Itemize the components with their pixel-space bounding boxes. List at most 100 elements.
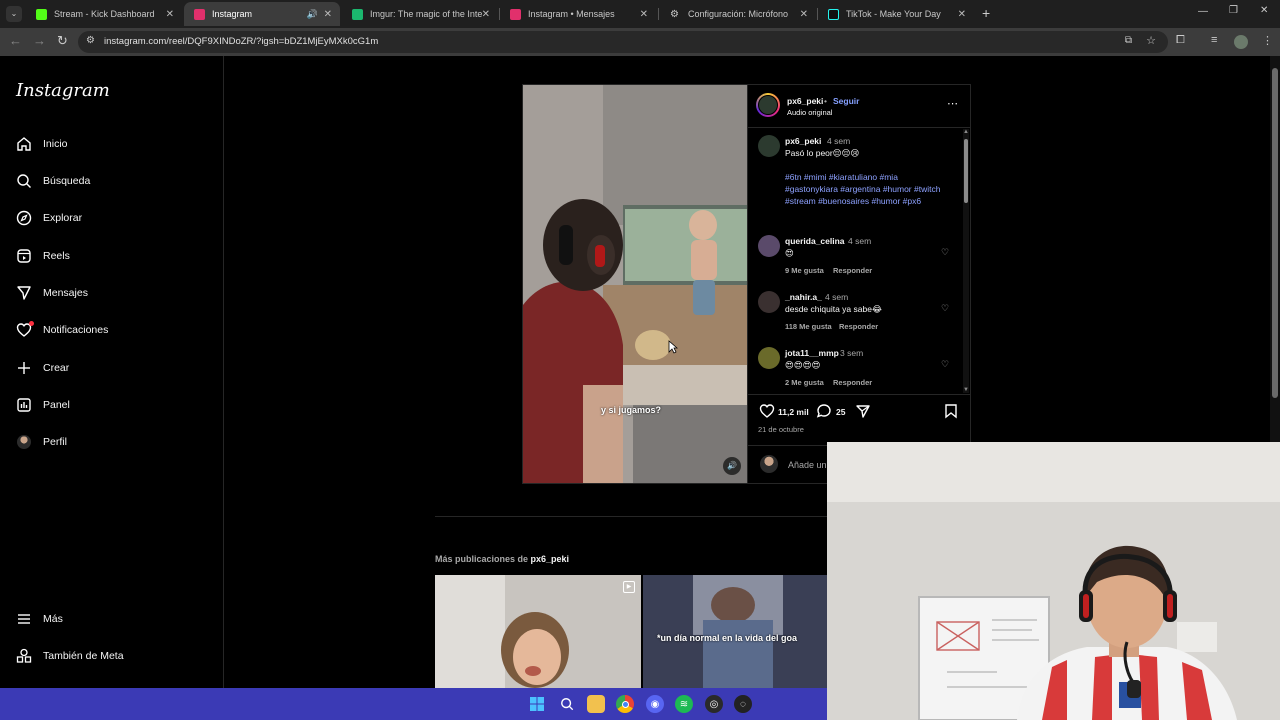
mute-toggle-icon[interactable]: 🔊	[723, 457, 741, 475]
menu-kebab-icon[interactable]: ⋮	[1262, 34, 1273, 47]
back-icon[interactable]: ←	[9, 33, 22, 48]
follow-separator: •	[824, 96, 827, 106]
post-author-avatar[interactable]	[756, 93, 780, 117]
close-icon[interactable]: ✕	[958, 9, 966, 20]
tiktok-icon	[828, 8, 839, 20]
like-heart-icon[interactable]	[759, 403, 775, 424]
comment-likes[interactable]: 9 Me gusta	[785, 266, 824, 275]
reel-video-player[interactable]: y si jugamos? 🔊	[522, 84, 748, 484]
audio-label[interactable]: Audio original	[787, 108, 832, 117]
sidebar-item-perfil[interactable]: Perfil	[16, 430, 67, 454]
comment-avatar[interactable]	[758, 291, 780, 313]
comments-count[interactable]: 25	[836, 407, 845, 417]
imgur-icon	[352, 8, 363, 20]
tab-imgur[interactable]: Imgur: The magic of the Interne ✕	[342, 2, 498, 26]
profile-avatar-icon[interactable]	[1234, 35, 1248, 49]
spotify-icon[interactable]: ≋	[675, 695, 693, 713]
sidebar-item-label: Reels	[43, 250, 70, 262]
discord-icon[interactable]: ◉	[646, 695, 664, 713]
save-bookmark-icon[interactable]	[944, 403, 958, 424]
more-posts-heading: Más publicaciones de px6_peki	[435, 554, 569, 564]
sidebar-item-notificaciones[interactable]: Notificaciones	[16, 318, 108, 342]
comment-avatar[interactable]	[758, 235, 780, 257]
messenger-icon	[16, 285, 32, 301]
more-options-icon[interactable]: ⋯	[947, 97, 958, 110]
sidebar-item-mensajes[interactable]: Mensajes	[16, 281, 88, 305]
comment-reply-button[interactable]: Responder	[839, 322, 878, 331]
sidebar-item-meta[interactable]: También de Meta	[16, 644, 124, 668]
sidebar-item-label: Crear	[43, 362, 70, 374]
more-post-thumbnail[interactable]: ▶	[435, 575, 641, 688]
tab-instagram-messages[interactable]: Instagram • Mensajes ✕	[500, 2, 656, 26]
minimize-button[interactable]: —	[1198, 6, 1208, 17]
tab-search-dropdown[interactable]: ⌄	[6, 6, 22, 22]
address-bar[interactable]: ⚙ instagram.com/reel/DQF9XINDoZR/?igsh=b…	[78, 31, 1168, 53]
likes-count[interactable]: 11,2 mil	[778, 407, 809, 417]
sidebar-item-reels[interactable]: Reels	[16, 244, 70, 268]
app-icon[interactable]: ◌	[734, 695, 752, 713]
chrome-icon[interactable]	[616, 695, 634, 713]
sidebar-item-crear[interactable]: Crear	[16, 356, 69, 380]
reload-icon[interactable]: ↻	[57, 33, 68, 49]
tab-title: Imgur: The magic of the Interne	[370, 9, 482, 19]
caption-author-avatar[interactable]	[758, 135, 780, 157]
sidebar-item-mas[interactable]: Más	[16, 607, 63, 631]
close-icon[interactable]: ✕	[324, 9, 332, 20]
comment-avatar[interactable]	[758, 347, 780, 369]
caption-hashtags[interactable]: #6tn #mimi #kiaratuliano #mia #gastonyki…	[785, 171, 953, 207]
sidebar-item-label: Explorar	[43, 212, 83, 224]
add-comment-input[interactable]: Añade un	[788, 460, 827, 470]
sidebar-item-label: Búsqueda	[43, 175, 91, 187]
comment-time: 3 sem	[840, 348, 864, 358]
install-app-icon[interactable]: ⧉	[1125, 35, 1132, 46]
windows-start-icon[interactable]	[528, 695, 546, 713]
comment-reply-button[interactable]: Responder	[833, 266, 872, 275]
forward-icon[interactable]: →	[33, 33, 46, 48]
tab-tiktok[interactable]: TikTok - Make Your Day ✕	[818, 2, 974, 26]
media-control-icon[interactable]: ≡	[1211, 34, 1217, 46]
tab-instagram[interactable]: Instagram 🔊 ✕	[184, 2, 340, 26]
post-author-username[interactable]: px6_peki	[787, 96, 823, 106]
comment-bubble-icon[interactable]	[816, 403, 832, 424]
close-icon[interactable]: ✕	[640, 9, 648, 20]
comment-like-heart-icon[interactable]: ♡	[941, 359, 949, 370]
comment-username[interactable]: querida_celina	[785, 236, 845, 246]
share-icon[interactable]	[855, 403, 871, 424]
speaker-icon[interactable]: 🔊	[307, 9, 318, 20]
caption-username[interactable]: px6_peki	[785, 136, 821, 146]
sidebar-item-panel[interactable]: Panel	[16, 393, 70, 417]
thumbnail-caption: *un día normal en la vida del goa	[657, 633, 798, 643]
sidebar-item-busqueda[interactable]: Búsqueda	[16, 169, 90, 193]
bookmark-star-icon[interactable]: ☆	[1146, 34, 1156, 47]
maximize-button[interactable]: ❐	[1229, 5, 1238, 16]
extensions-icon[interactable]: ⧠	[1176, 34, 1185, 47]
comments-scrollbar[interactable]: ▲ ▼	[963, 129, 969, 393]
sidebar-item-label: Panel	[43, 399, 70, 411]
comment-username[interactable]: _nahir.a_	[785, 292, 822, 302]
close-icon[interactable]: ✕	[800, 9, 808, 20]
obs-icon[interactable]: ◎	[705, 695, 723, 713]
tab-microphone-settings[interactable]: ⚙ Configuración: Micrófono ✕	[660, 2, 816, 26]
comment-like-heart-icon[interactable]: ♡	[941, 303, 949, 314]
follow-button[interactable]: Seguir	[833, 96, 859, 106]
close-icon[interactable]: ✕	[166, 9, 174, 20]
file-explorer-icon[interactable]	[587, 695, 605, 713]
instagram-logo[interactable]: Instagram	[16, 80, 110, 101]
comment-likes[interactable]: 118 Me gusta	[785, 322, 832, 331]
close-window-button[interactable]: ✕	[1260, 5, 1268, 16]
close-icon[interactable]: ✕	[482, 9, 490, 20]
comment-like-heart-icon[interactable]: ♡	[941, 247, 949, 258]
new-tab-button[interactable]: +	[982, 5, 990, 21]
more-post-thumbnail[interactable]: *un día normal en la vida del goa	[643, 575, 827, 688]
search-icon[interactable]	[558, 695, 576, 713]
sidebar-item-inicio[interactable]: Inicio	[16, 132, 68, 156]
comment-likes[interactable]: 2 Me gusta	[785, 378, 824, 387]
sidebar-item-explorar[interactable]: Explorar	[16, 206, 82, 230]
site-info-icon[interactable]: ⚙	[86, 35, 95, 46]
comment-username[interactable]: jota11__mmp	[785, 348, 839, 358]
tab-kick-dashboard[interactable]: Stream - Kick Dashboard ✕	[26, 2, 182, 26]
more-posts-username[interactable]: px6_peki	[531, 554, 570, 564]
sidebar-item-label: Mensajes	[43, 287, 88, 299]
reel-indicator-icon: ▶	[623, 581, 635, 593]
comment-reply-button[interactable]: Responder	[833, 378, 872, 387]
